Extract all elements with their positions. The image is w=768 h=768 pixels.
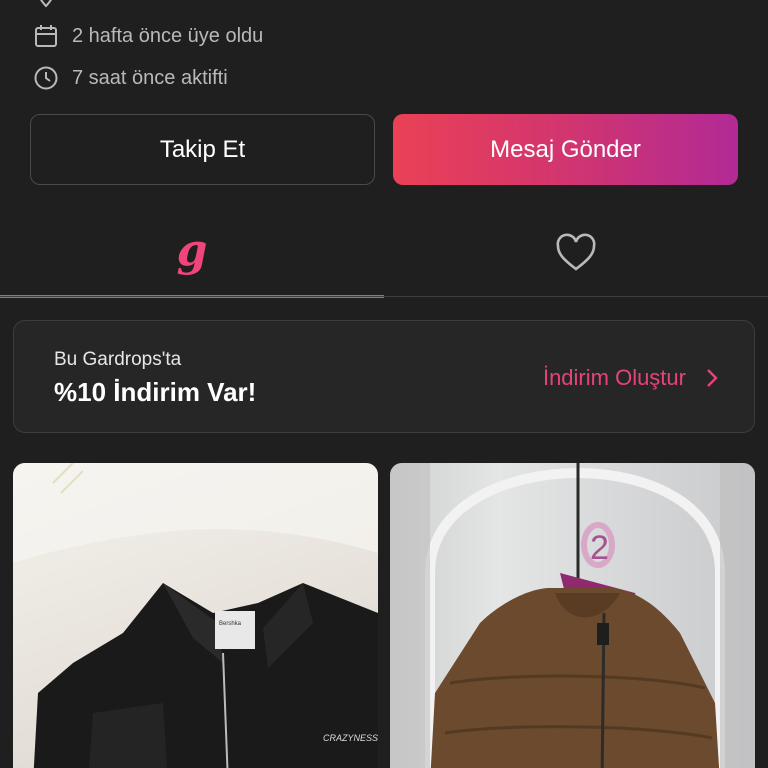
location-icon xyxy=(32,0,60,10)
black-jacket-photo: Bershka CRAZYNESS xyxy=(13,463,378,768)
follow-button[interactable]: Takip Et xyxy=(30,114,375,185)
chevron-right-icon xyxy=(706,368,718,388)
discount-title: %10 İndirim Var! xyxy=(54,377,257,407)
product-card-black-jacket[interactable]: Bershka CRAZYNESS xyxy=(13,463,378,768)
svg-text:Bershka: Bershka xyxy=(219,621,242,627)
brown-puffer-jacket-photo: 2 xyxy=(390,463,755,768)
profile-page: 2 hafta önce üye oldu 7 saat önce aktift… xyxy=(0,0,768,768)
brand-tag-text: CRAZYNESS xyxy=(323,733,378,743)
discount-subtitle: Bu Gardrops'ta xyxy=(54,349,182,370)
tab-wardrobe[interactable]: g xyxy=(0,215,384,295)
discount-banner[interactable]: Bu Gardrops'ta %10 İndirim Var! İndirim … xyxy=(13,320,755,433)
send-message-button[interactable]: Mesaj Gönder xyxy=(393,114,738,185)
calendar-icon xyxy=(32,22,60,50)
heart-icon xyxy=(554,232,598,278)
profile-tabs: g xyxy=(0,215,768,298)
tab-likes[interactable] xyxy=(384,215,768,295)
member-since-text: 2 hafta önce üye oldu xyxy=(72,24,264,47)
member-since-row: 2 hafta önce üye oldu xyxy=(32,22,263,50)
tabs-divider xyxy=(0,296,768,297)
location-row xyxy=(32,0,72,10)
create-discount-link[interactable]: İndirim Oluştur xyxy=(543,365,718,391)
last-active-row: 7 saat önce aktifti xyxy=(32,64,228,92)
g-logo-icon: g xyxy=(176,225,208,276)
hanger-number: 2 xyxy=(590,529,609,567)
product-card-brown-puffer[interactable]: 2 xyxy=(390,463,755,768)
clock-icon xyxy=(32,64,60,92)
last-active-text: 7 saat önce aktifti xyxy=(72,66,228,89)
create-discount-label: İndirim Oluştur xyxy=(542,365,686,390)
